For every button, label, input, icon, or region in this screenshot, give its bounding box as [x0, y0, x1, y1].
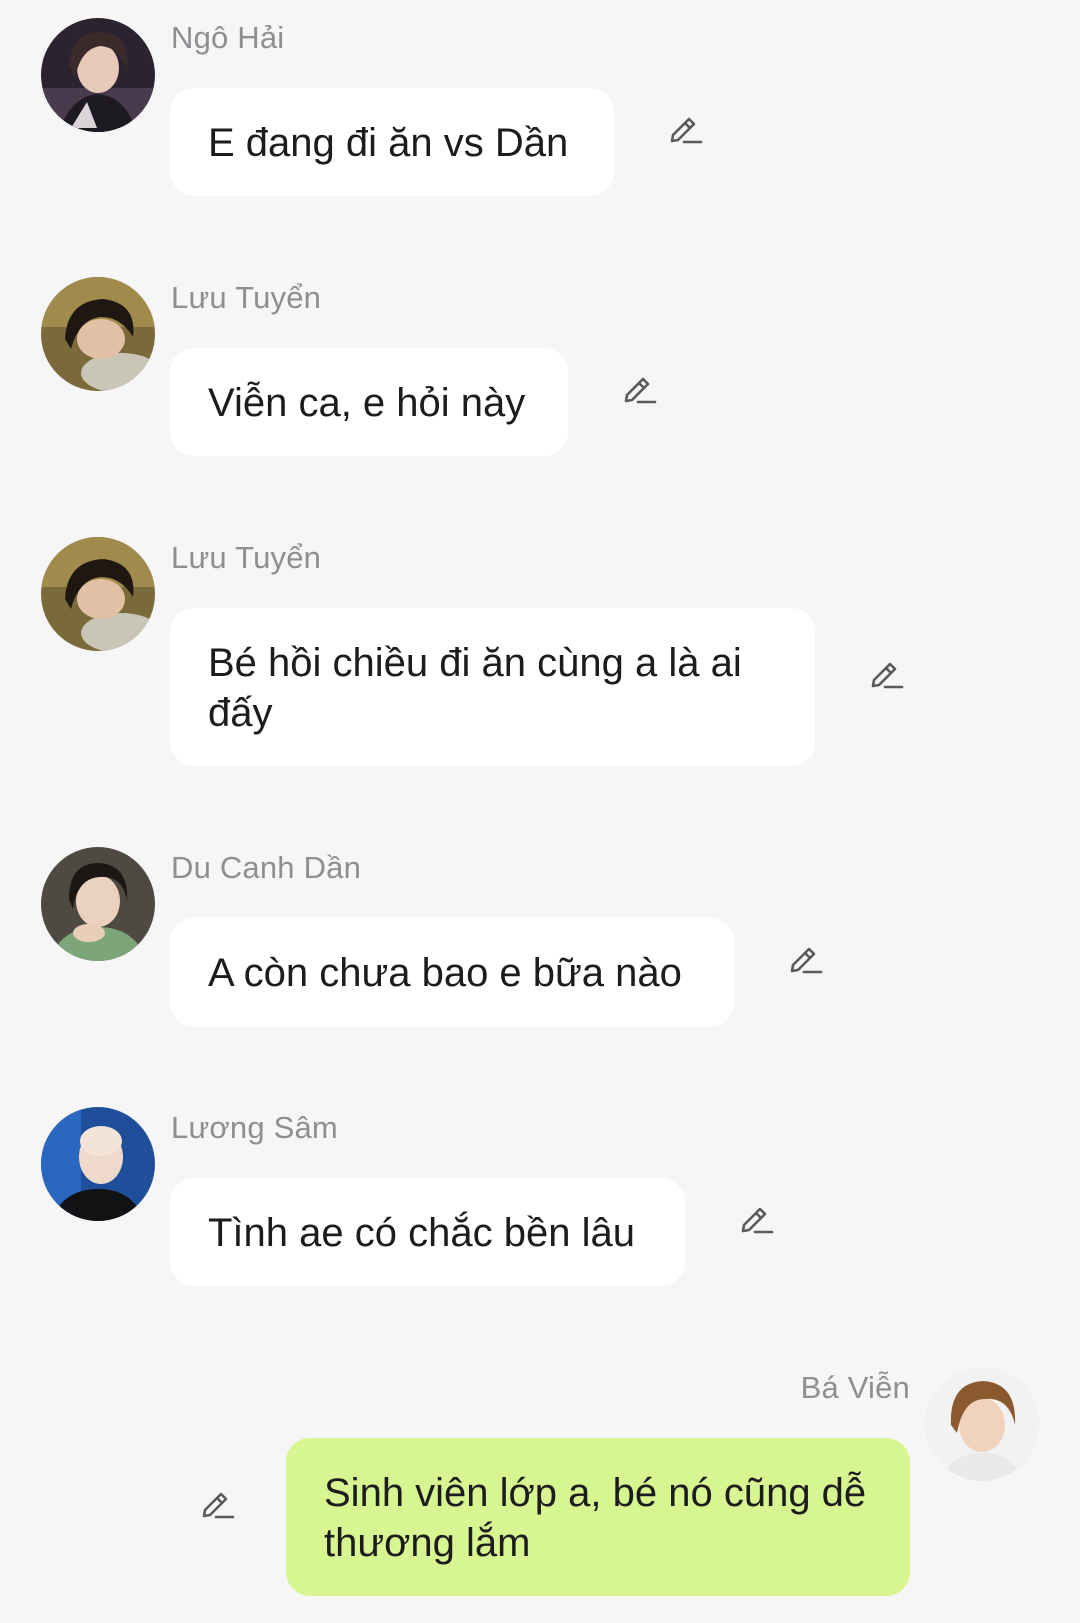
avatar-ba-vien[interactable] — [925, 1367, 1039, 1481]
sender-name: Bá Viễn — [800, 1370, 910, 1405]
sender-name: Du Canh Dần — [171, 850, 362, 885]
pencil-icon[interactable] — [784, 938, 824, 978]
avatar-luu-tuyen[interactable] — [41, 537, 155, 651]
chat-screen: { "messages": [ { "sender": "Ngô Hải", "… — [0, 0, 1080, 1623]
pencil-icon[interactable] — [735, 1198, 775, 1238]
avatar-ngo-hai[interactable] — [41, 18, 155, 132]
message-bubble[interactable]: Viễn ca, e hỏi này — [170, 348, 568, 456]
pencil-icon[interactable] — [664, 108, 704, 148]
avatar-du-canh-dan[interactable] — [41, 847, 155, 961]
message-bubble[interactable]: A còn chưa bao e bữa nào — [170, 918, 734, 1026]
sender-name: Lưu Tuyển — [171, 280, 322, 315]
avatar-luong-sam[interactable] — [41, 1107, 155, 1221]
sender-name: Lưu Tuyển — [171, 540, 322, 575]
message-bubble[interactable]: E đang đi ăn vs Dần — [170, 88, 614, 196]
avatar-luu-tuyen[interactable] — [41, 277, 155, 391]
sender-name: Ngô Hải — [171, 20, 285, 55]
sender-name: Lương Sâm — [171, 1110, 338, 1145]
message-bubble[interactable]: Tình ae có chắc bền lâu — [170, 1178, 685, 1286]
message-bubble-own[interactable]: Sinh viên lớp a, bé nó cũng dễ thương lắ… — [286, 1438, 910, 1596]
message-bubble[interactable]: Bé hồi chiều đi ăn cùng a là ai đấy — [170, 608, 815, 766]
pencil-icon[interactable] — [196, 1483, 236, 1523]
pencil-icon[interactable] — [865, 653, 905, 693]
pencil-icon[interactable] — [618, 368, 658, 408]
